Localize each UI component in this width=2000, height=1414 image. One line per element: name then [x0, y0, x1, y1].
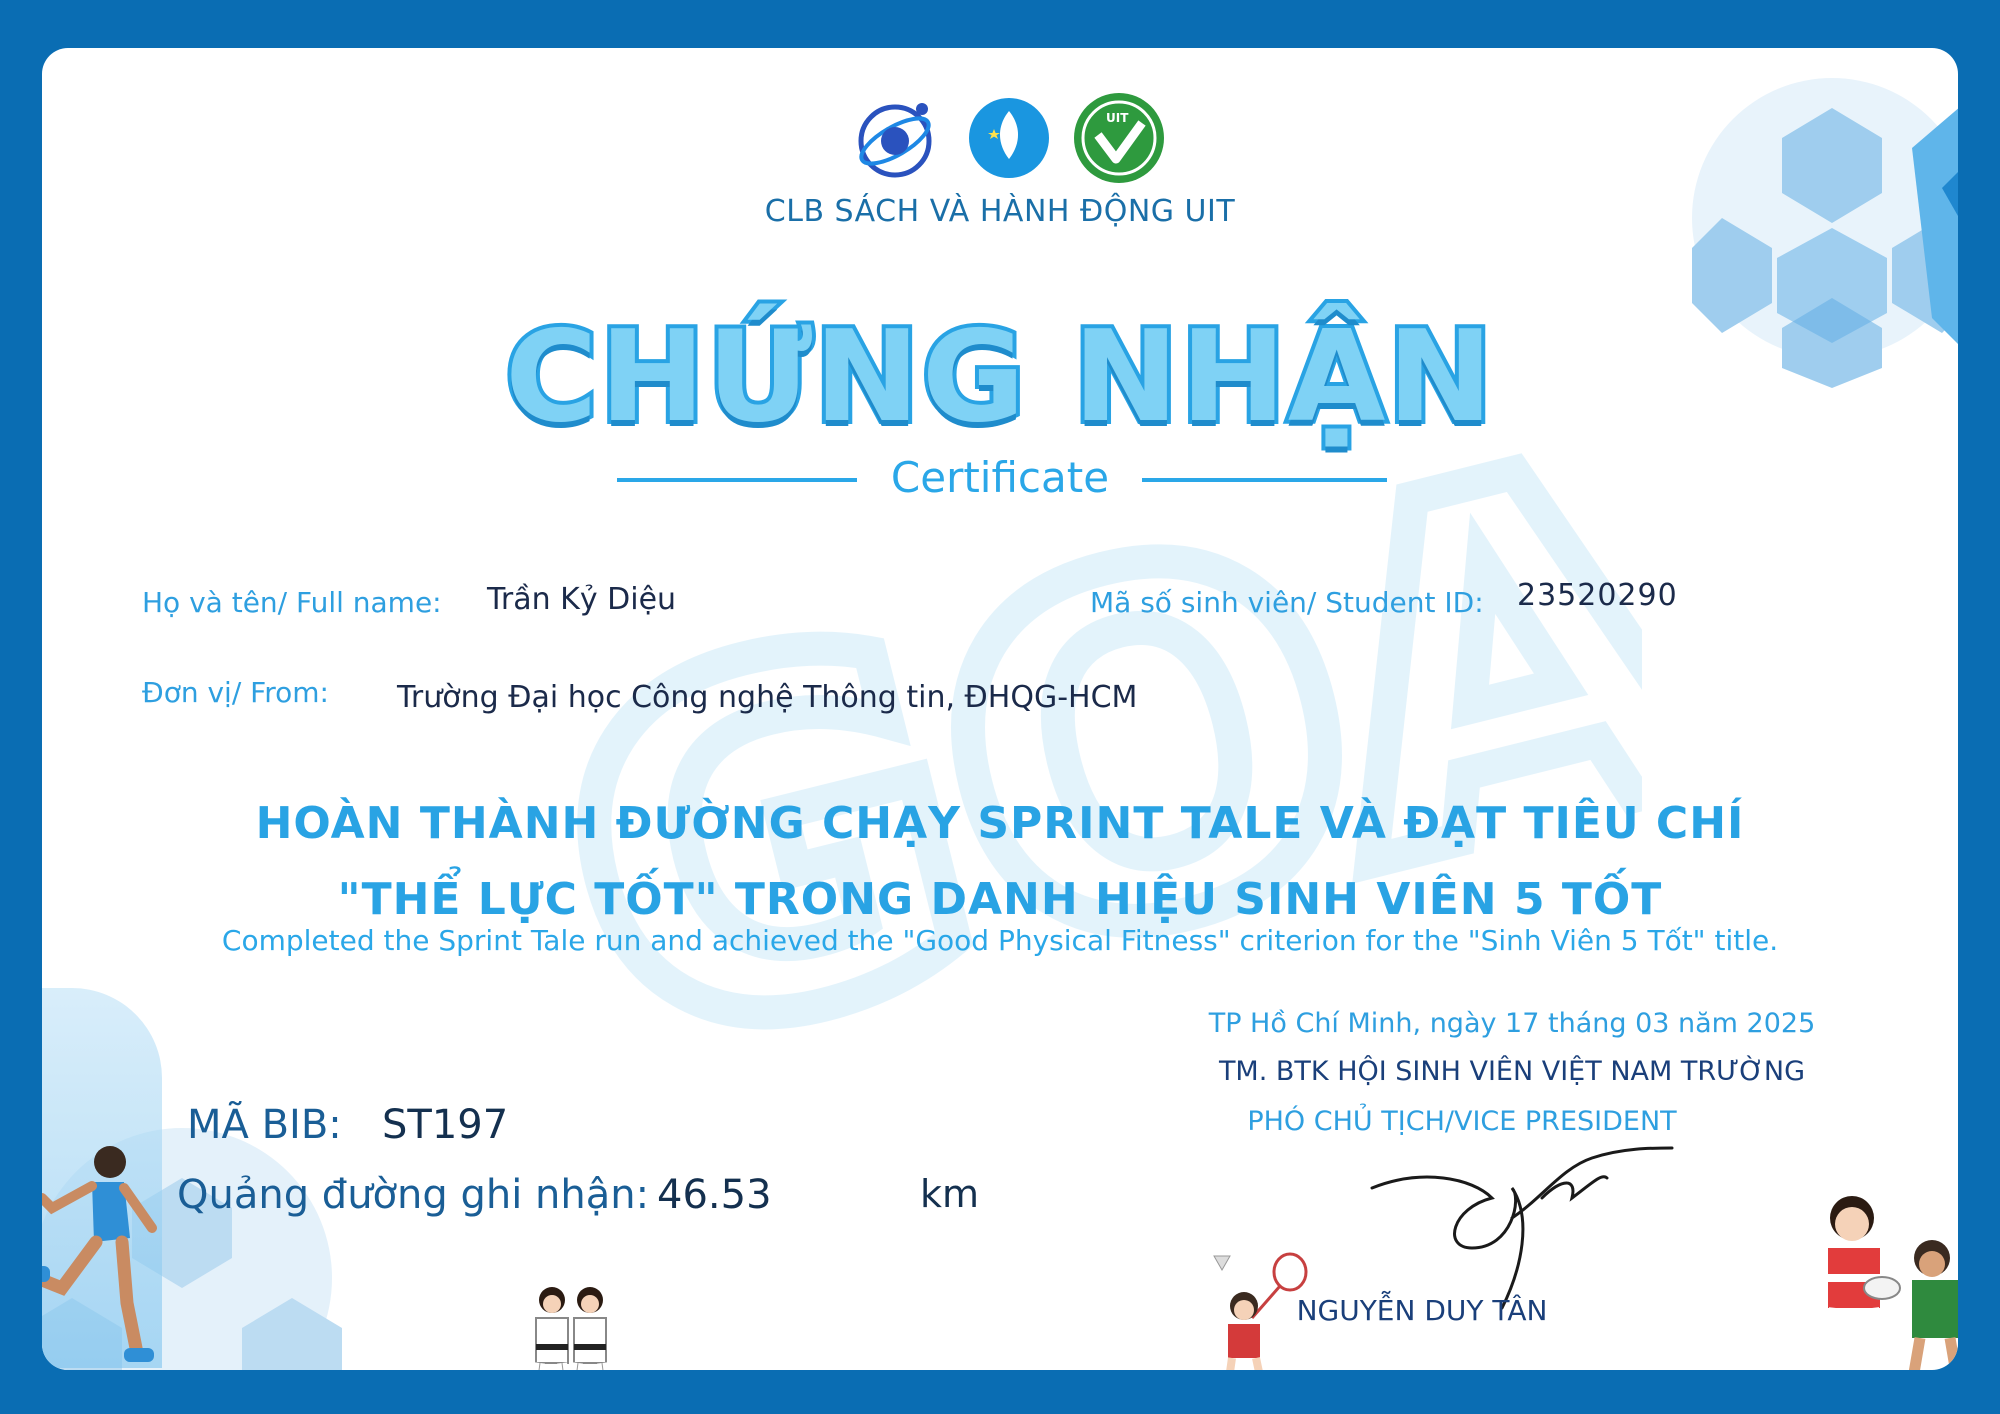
unit-value: Trường Đại học Công nghệ Thông tin, ĐHQG…: [397, 680, 1138, 715]
signer-position: PHÓ CHỦ TỊCH/VICE PRESIDENT: [1247, 1106, 1677, 1137]
check-mark-icon: [1081, 100, 1157, 176]
uit-badge-text: UIT: [1106, 111, 1129, 125]
signature-icon: [1370, 1146, 1674, 1310]
distance-label: Quảng đường ghi nhận:: [177, 1172, 650, 1218]
club-name: CLB SÁCH VÀ HÀNH ĐỘNG UIT: [764, 194, 1236, 229]
distance-unit: km: [920, 1172, 980, 1216]
achievement-line-2: "THỂ LỰC TỐT" TRONG DANH HIỆU SINH VIÊN …: [337, 874, 1663, 925]
runner-icon: [42, 1146, 157, 1362]
judo-icon: [534, 1287, 608, 1370]
full-name-label: Họ và tên/ Full name:: [142, 586, 442, 619]
badminton-icon: [1213, 1252, 1308, 1370]
student-id-value: 23520290: [1517, 578, 1678, 613]
bib-label: MÃ BIB:: [187, 1102, 342, 1148]
place-date: TP Hồ Chí Minh, ngày 17 tháng 03 năm 202…: [1208, 1008, 1816, 1039]
signing-organization: TM. BTK HỘI SINH VIÊN VIỆT NAM TRƯỜNG: [1218, 1056, 1806, 1087]
youth-union-logo-icon: [969, 98, 1049, 178]
achievement-english: Completed the Sprint Tale run and achiev…: [221, 924, 1779, 957]
achievement-line-1: HOÀN THÀNH ĐƯỜNG CHẠY SPRINT TALE VÀ ĐẠT…: [255, 798, 1745, 849]
certificate-subtitle: Certificate: [890, 453, 1110, 502]
full-name-value: Trần Kỷ Diệu: [487, 582, 677, 617]
bib-value: ST197: [382, 1102, 509, 1148]
unit-label: Đơn vị/ From:: [142, 676, 329, 709]
distance-value: 46.53: [657, 1172, 772, 1218]
title-rule-right: [1142, 478, 1387, 482]
student-id-label: Mã số sinh viên/ Student ID:: [1090, 586, 1484, 619]
uit-check-logo-icon: UIT: [1074, 93, 1164, 183]
certificate-card: GOAL! UIT CLB SÁCH VÀ HÀNH ĐỘNG UIT CHỨN…: [42, 48, 1958, 1370]
uit-logo-icon: [858, 103, 932, 178]
rugby-icon: [1823, 1196, 1958, 1370]
certificate-title: CHỨNG NHẬN: [501, 299, 1497, 454]
